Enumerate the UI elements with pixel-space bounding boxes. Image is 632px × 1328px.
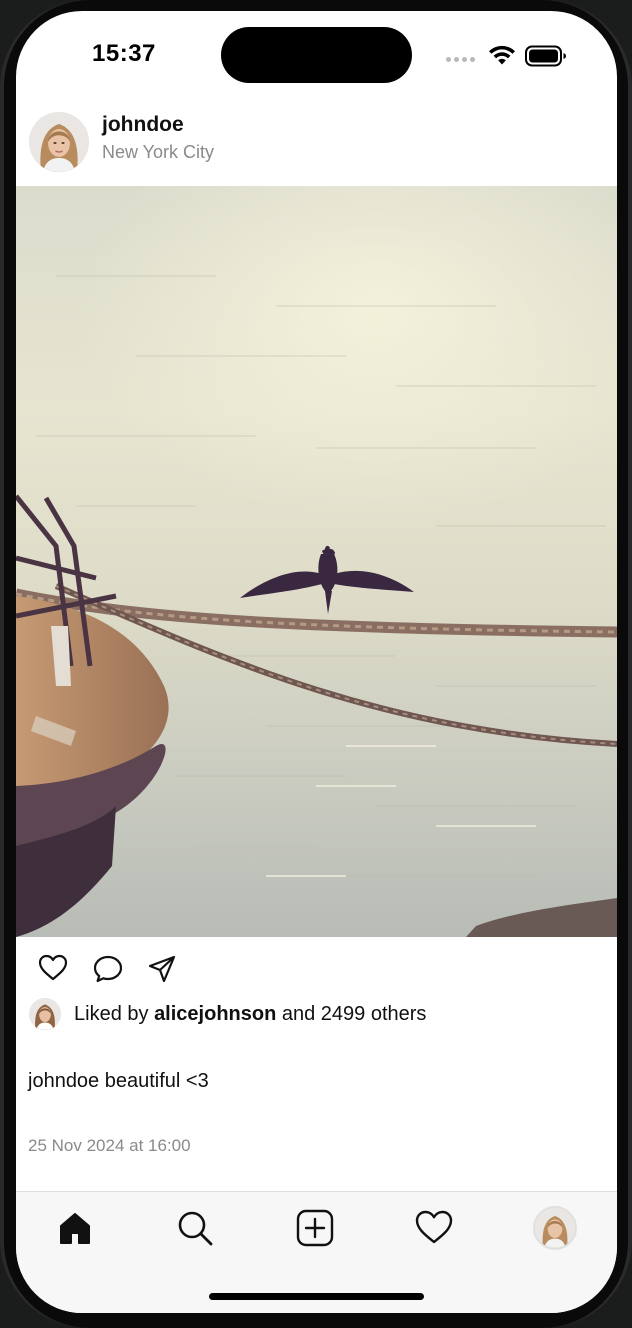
battery-icon xyxy=(525,45,566,67)
liked-by-prefix: Liked by xyxy=(74,1003,149,1025)
like-heart-icon[interactable] xyxy=(38,954,68,982)
cellular-signal-icon xyxy=(446,57,475,62)
add-post-icon[interactable] xyxy=(296,1209,334,1247)
activity-heart-icon[interactable] xyxy=(415,1209,453,1247)
profile-avatar-tab[interactable] xyxy=(533,1206,577,1250)
home-indicator[interactable] xyxy=(209,1293,424,1300)
status-time: 15:37 xyxy=(92,40,156,67)
post-location[interactable]: New York City xyxy=(102,142,214,163)
liker-avatar[interactable] xyxy=(29,998,61,1030)
liked-by-username[interactable]: alicejohnson xyxy=(154,1003,276,1025)
share-send-icon[interactable] xyxy=(147,954,177,984)
wifi-icon xyxy=(489,45,515,65)
likes-summary: Liked by alicejohnson and 2499 others xyxy=(74,1003,426,1026)
post-author-avatar[interactable] xyxy=(29,112,89,172)
liked-by-others[interactable]: and 2499 others xyxy=(282,1003,427,1025)
post-photo[interactable] xyxy=(16,186,617,937)
comment-icon[interactable] xyxy=(92,954,124,984)
post-caption: johndoe beautiful <3 xyxy=(28,1070,209,1092)
post-username[interactable]: johndoe xyxy=(102,113,184,137)
home-icon[interactable] xyxy=(56,1209,94,1247)
app-screen: 15:37 johndoe New York City Liked by ali… xyxy=(16,11,617,1313)
dynamic-island xyxy=(221,27,412,83)
post-timestamp: 25 Nov 2024 at 16:00 xyxy=(28,1136,191,1155)
search-icon[interactable] xyxy=(176,1209,214,1247)
